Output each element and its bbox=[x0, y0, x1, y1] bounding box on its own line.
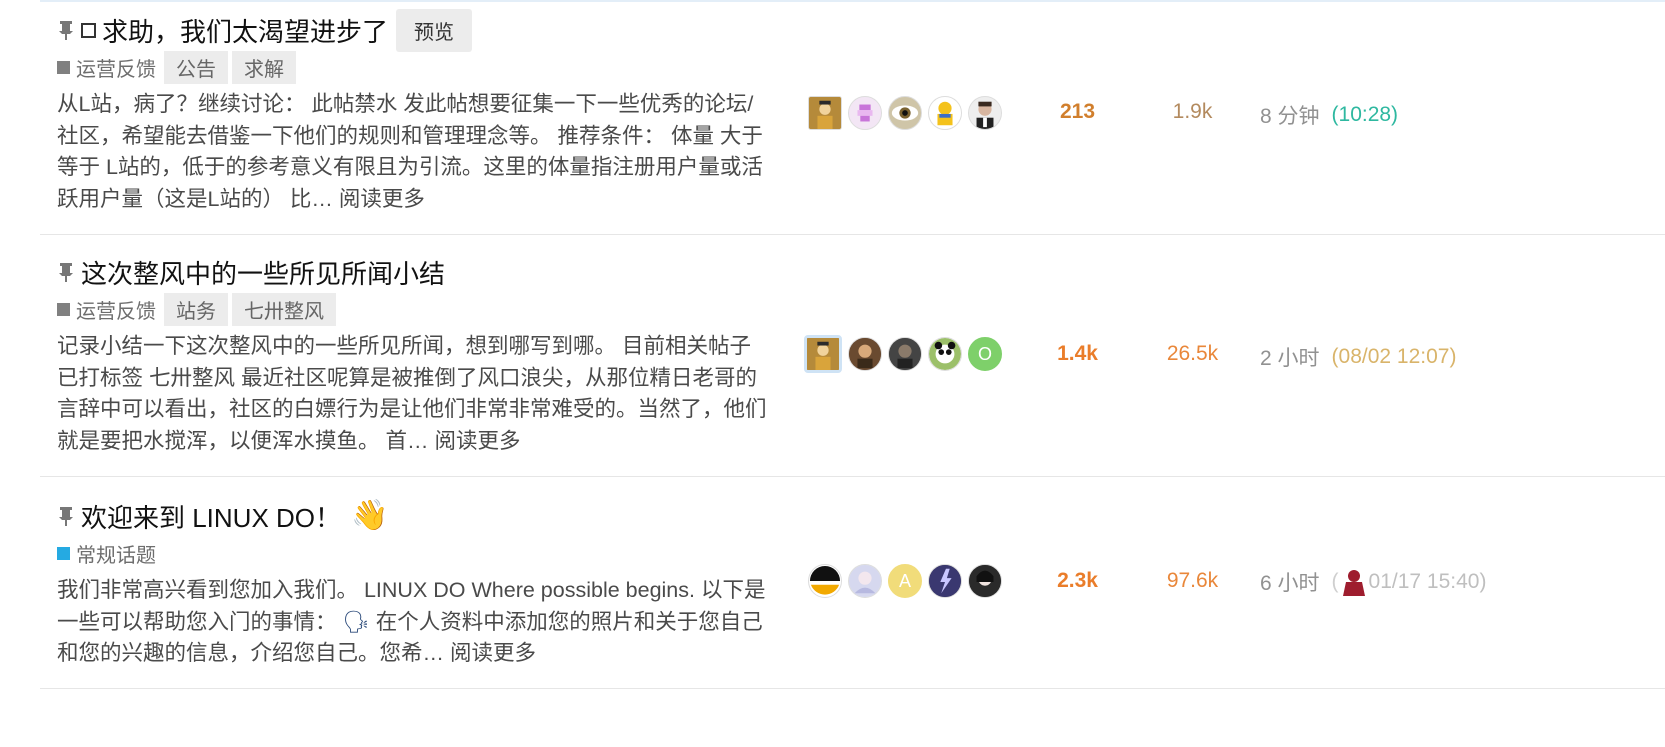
waving-hand-icon: 👋 bbox=[351, 499, 389, 532]
activity[interactable]: 6 小时 ( 01/17 15:40) bbox=[1260, 567, 1486, 597]
avatar[interactable] bbox=[888, 337, 922, 371]
tag[interactable]: 站务 bbox=[164, 292, 228, 326]
avatar[interactable] bbox=[808, 96, 842, 130]
avatar[interactable] bbox=[848, 564, 882, 598]
category-color-icon bbox=[57, 302, 70, 316]
activity-open-paren: ( bbox=[1331, 570, 1339, 593]
avatar[interactable] bbox=[888, 96, 922, 130]
activity-date: (10:28) bbox=[1331, 103, 1399, 126]
topic-title[interactable]: 求助，我们太渴望进步了 bbox=[102, 12, 388, 49]
topic-row[interactable]: 这次整风中的一些所见所闻小结 运营反馈 站务 七卅整风 记录小结一下这次整风中的… bbox=[40, 234, 1665, 477]
activity-relative[interactable]: 2 小时 bbox=[1260, 342, 1320, 372]
tag[interactable]: 公告 bbox=[164, 50, 228, 84]
preview-button[interactable]: 预览 bbox=[396, 8, 473, 52]
avatar[interactable] bbox=[848, 337, 882, 371]
topic-title[interactable]: 这次整风中的一些所见所闻小结 bbox=[81, 254, 445, 291]
avatar-original-poster[interactable] bbox=[804, 335, 842, 373]
activity-relative[interactable]: 6 小时 bbox=[1260, 567, 1320, 597]
poster-avatars: A bbox=[808, 564, 1008, 598]
topic-excerpt: 记录小结一下这次整风中的一些所见所闻，想到哪写到哪。 目前相关帖子已打标签 七卅… bbox=[57, 334, 767, 453]
read-more-link[interactable]: 阅读更多 bbox=[339, 187, 425, 211]
avatar[interactable] bbox=[928, 96, 962, 130]
avatar[interactable] bbox=[928, 564, 962, 598]
avatar[interactable] bbox=[968, 564, 1002, 598]
topic-row[interactable]: 求助，我们太渴望进步了 预览 运营反馈 公告 求解 从L站，病了？继续讨论： 此… bbox=[40, 2, 1665, 235]
category-label[interactable]: 运营反馈 bbox=[76, 295, 156, 324]
poster-avatars: O bbox=[804, 335, 1008, 373]
category-color-icon bbox=[57, 546, 70, 560]
topic-row[interactable]: 欢迎来到 LINUX DO！ 👋 常规话题 我们非常高兴看到您加入我们。 LIN… bbox=[40, 476, 1665, 689]
topic-excerpt: 从L站，病了？继续讨论： 此帖禁水 发此帖想要征集一下一些优秀的论坛/社区，希望… bbox=[57, 92, 763, 211]
replies-count[interactable]: 213 bbox=[1030, 100, 1125, 124]
avatar[interactable] bbox=[928, 337, 962, 371]
avatar[interactable] bbox=[848, 96, 882, 130]
avatar-letter: A bbox=[898, 570, 911, 591]
tag[interactable]: 七卅整风 bbox=[232, 292, 336, 326]
tag[interactable]: 求解 bbox=[232, 50, 296, 84]
pin-icon bbox=[59, 21, 73, 40]
pin-icon bbox=[59, 263, 73, 282]
topic-excerpt: 我们非常高兴看到您加入我们。 LINUX DO Where possible b… bbox=[57, 578, 766, 665]
pin-icon bbox=[59, 507, 73, 526]
replies-count[interactable]: 1.4k bbox=[1030, 342, 1125, 366]
views-count: 1.9k bbox=[1172, 100, 1213, 123]
activity-date: (08/02 12:07) bbox=[1331, 345, 1457, 368]
speaking-head-icon: 🗣 bbox=[342, 609, 370, 634]
activity[interactable]: 8 分钟 (10:28) bbox=[1260, 100, 1398, 130]
category-label[interactable]: 常规话题 bbox=[76, 539, 156, 568]
category-label[interactable]: 运营反馈 bbox=[76, 53, 156, 82]
category-color-icon bbox=[57, 60, 70, 74]
activity-date: 01/17 15:40) bbox=[1368, 570, 1487, 593]
user-icon bbox=[1342, 570, 1365, 596]
avatar[interactable] bbox=[968, 96, 1002, 130]
unread-square-icon bbox=[81, 22, 96, 38]
avatar-letter: O bbox=[977, 343, 992, 364]
activity-relative[interactable]: 8 分钟 bbox=[1260, 100, 1320, 130]
avatar[interactable]: O bbox=[968, 337, 1002, 371]
read-more-link[interactable]: 阅读更多 bbox=[450, 641, 536, 665]
avatar[interactable]: A bbox=[888, 564, 922, 598]
topic-title[interactable]: 欢迎来到 LINUX DO！ bbox=[81, 498, 341, 535]
avatar[interactable] bbox=[808, 564, 842, 598]
replies-count[interactable]: 2.3k bbox=[1030, 569, 1125, 593]
views-count: 97.6k bbox=[1166, 569, 1219, 592]
poster-avatars bbox=[808, 96, 1008, 130]
activity[interactable]: 2 小时 (08/02 12:07) bbox=[1260, 342, 1456, 372]
views-count: 26.5k bbox=[1166, 342, 1219, 365]
read-more-link[interactable]: 阅读更多 bbox=[434, 429, 520, 453]
